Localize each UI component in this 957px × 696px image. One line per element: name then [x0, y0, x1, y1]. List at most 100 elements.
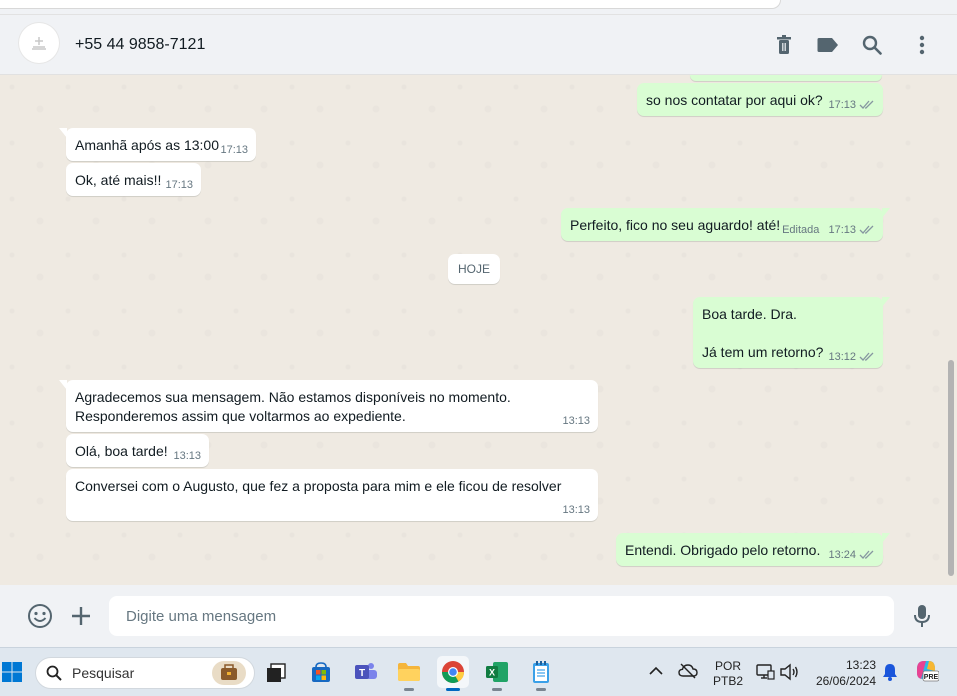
message-meta: 17:13 [220, 144, 248, 156]
svg-text:T: T [359, 668, 365, 679]
menu-icon[interactable] [910, 33, 934, 57]
message-composer [0, 585, 957, 647]
message-time: 17:13 [828, 224, 856, 236]
message-time: 13:13 [562, 504, 590, 516]
bubble-tail [882, 297, 890, 307]
message-text: Ok, até mais!! [75, 172, 162, 188]
contact-avatar[interactable] [19, 23, 59, 63]
avatar-logo-icon [32, 37, 46, 50]
emoji-icon[interactable] [27, 603, 53, 629]
double-check-icon [859, 550, 874, 559]
message-time: 17:13 [220, 144, 248, 156]
message-text: Conversei com o Augusto, que fez a propo… [75, 478, 562, 494]
message-text: so nos contatar por aqui ok? [646, 92, 823, 108]
message-bubble-outgoing[interactable]: Entendi. Obrigado pelo retorno. 13:24 [616, 533, 890, 566]
chat-scrollbar[interactable] [948, 360, 954, 576]
taskbar-search-label: Pesquisar [72, 665, 135, 681]
message-text: Responderemos assim que voltarmos ao exp… [75, 408, 406, 424]
excel-icon[interactable]: X [481, 656, 513, 691]
date-divider: HOJE [448, 254, 500, 284]
message-time: 13:13 [173, 450, 201, 462]
message-time: 17:13 [165, 179, 193, 191]
system-clock[interactable]: 13:23 26/06/2024 [812, 657, 876, 689]
message-bubble-outgoing[interactable]: so nos contatar por aqui ok? 17:13 [637, 83, 883, 116]
browser-top-strip [0, 0, 957, 15]
taskbar-search[interactable]: Pesquisar [35, 657, 255, 689]
keyboard-layout: PTB2 [713, 674, 744, 688]
message-time: 13:24 [828, 549, 856, 561]
search-highlight-briefcase-icon [212, 661, 246, 685]
double-check-icon [859, 100, 874, 109]
label-icon[interactable] [816, 33, 840, 57]
message-meta: 13:13 [173, 450, 201, 462]
search-icon[interactable] [860, 33, 884, 57]
language-code: POR [715, 659, 742, 673]
bubble-tail [882, 208, 890, 218]
message-bubble-incoming[interactable]: Ok, até mais!! 17:13 [66, 163, 201, 196]
message-text: Agradecemos sua mensagem. Não estamos di… [75, 389, 511, 405]
contact-name[interactable]: +55 44 9858-7121 [75, 36, 205, 54]
search-icon [46, 665, 62, 681]
clock-date: 26/06/2024 [815, 674, 876, 688]
message-meta: 17:13 [828, 99, 875, 111]
message-bubble-incoming[interactable]: Amanhã após as 13:00 17:13 [59, 128, 256, 161]
message-edited-label: Editada [782, 224, 820, 236]
message-bubble-incoming[interactable]: Conversei com o Augusto, que fez a propo… [66, 469, 598, 521]
windows-taskbar: Pesquisar T X POR PTB2 13:23 26/06/2024 … [0, 647, 957, 696]
message-meta: 17:13 [165, 179, 193, 191]
message-input-box[interactable] [109, 596, 894, 636]
double-check-icon [859, 225, 874, 234]
microphone-icon[interactable] [909, 603, 935, 629]
message-bubble-partial [690, 75, 882, 81]
volume-icon[interactable] [779, 663, 799, 684]
message-bubble-outgoing[interactable]: Boa tarde. Dra. Já tem um retorno? 13:12 [693, 297, 890, 368]
language-indicator[interactable]: POR PTB2 [713, 659, 743, 689]
bubble-tail [59, 380, 67, 390]
copilot-badge-text: PRE [924, 674, 939, 681]
attach-plus-icon[interactable] [68, 603, 94, 629]
clock-time: 13:23 [845, 658, 876, 672]
chat-area[interactable]: so nos contatar por aqui ok? 17:13 Amanh… [0, 75, 957, 585]
message-meta: 13:13 [562, 504, 590, 516]
teams-icon[interactable]: T [350, 656, 382, 688]
taskbar-running-indicator [404, 688, 414, 691]
message-meta: 13:24 [828, 549, 875, 561]
microsoft-store-icon[interactable] [305, 656, 337, 688]
message-meta: Editada 17:13 [782, 224, 875, 236]
message-text: Amanhã após as 13:00 [75, 137, 219, 153]
message-meta: 13:13 [562, 415, 590, 427]
bubble-tail [882, 533, 890, 543]
browser-tab-edge [0, 0, 781, 9]
message-time: 13:12 [828, 351, 856, 363]
network-icon[interactable] [755, 663, 775, 684]
taskbar-running-indicator [536, 688, 546, 691]
message-bubble-incoming[interactable]: Olá, boa tarde! 13:13 [66, 434, 209, 467]
notification-bell-icon[interactable] [882, 663, 898, 684]
taskbar-running-indicator [492, 688, 502, 691]
svg-text:X: X [489, 668, 495, 678]
onedrive-offline-icon[interactable] [678, 663, 698, 682]
message-text: Boa tarde. Dra. [702, 306, 797, 322]
message-bubble-incoming[interactable]: Agradecemos sua mensagem. Não estamos di… [59, 380, 598, 432]
chevron-up-icon[interactable] [649, 665, 663, 679]
copilot-icon[interactable]: PRE [913, 659, 940, 686]
chat-header: +55 44 9858-7121 [0, 15, 957, 75]
notepad-icon[interactable] [525, 656, 557, 691]
message-time: 17:13 [828, 99, 856, 111]
task-view-icon[interactable] [260, 656, 292, 688]
message-meta: 13:12 [828, 351, 875, 363]
double-check-icon [859, 352, 874, 361]
windows-start-icon[interactable] [0, 656, 28, 688]
message-text: Perfeito, fico no seu aguardo! até! [570, 217, 781, 233]
message-text: Olá, boa tarde! [75, 443, 168, 459]
chrome-icon[interactable] [437, 656, 469, 691]
file-explorer-icon[interactable] [393, 656, 425, 691]
message-text: Entendi. Obrigado pelo retorno. [625, 542, 821, 558]
message-input[interactable] [109, 596, 886, 636]
bubble-tail [59, 128, 67, 138]
trash-icon[interactable] [772, 33, 796, 57]
message-bubble-outgoing[interactable]: Perfeito, fico no seu aguardo! até! Edit… [561, 208, 890, 241]
message-time: 13:13 [562, 415, 590, 427]
taskbar-running-indicator [446, 688, 460, 691]
message-text: Já tem um retorno? [702, 344, 824, 360]
